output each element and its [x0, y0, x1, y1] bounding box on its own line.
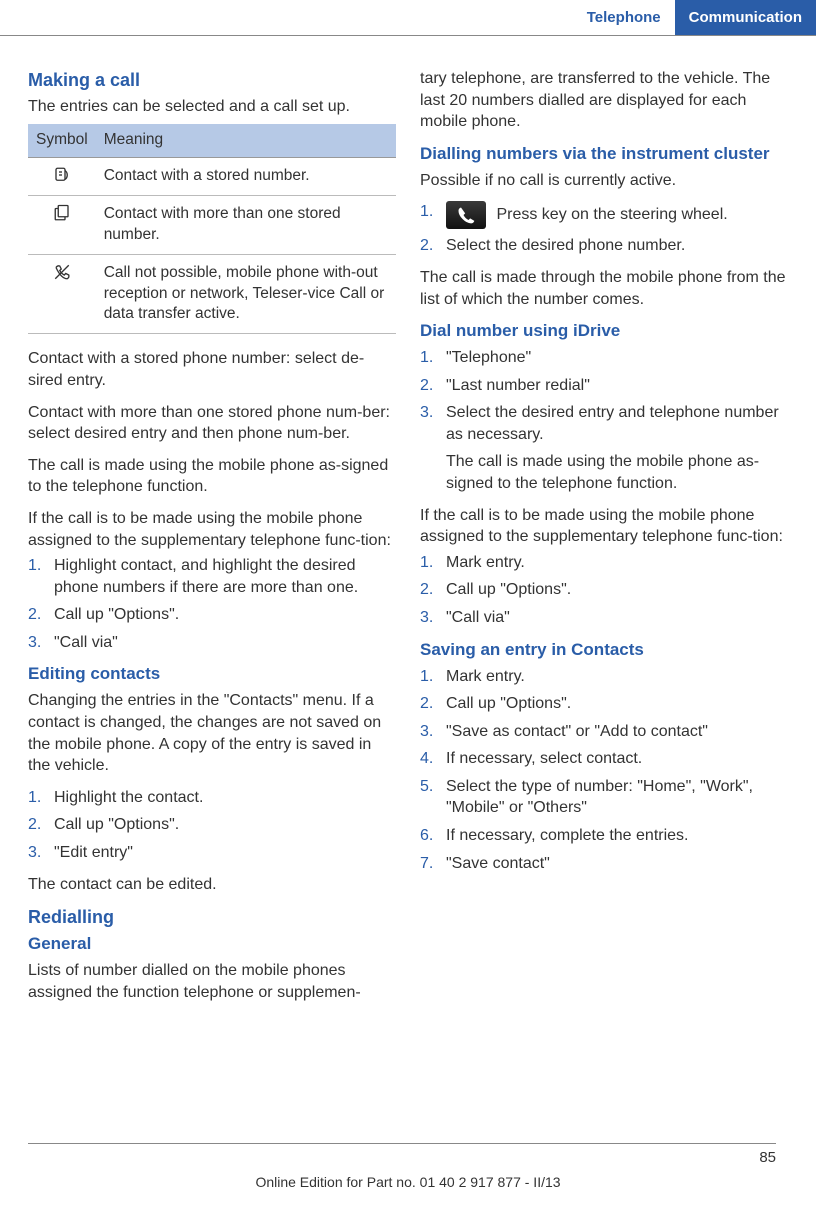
text: Lists of number dialled on the mobile ph… [28, 960, 396, 1003]
list-item: Call up "Options". [28, 814, 396, 836]
contact-single-icon [28, 157, 96, 195]
table-row: Call not possible, mobile phone with‐out… [28, 254, 396, 334]
list-cluster: Press key on the steering wheel. Select … [420, 201, 788, 257]
list-item: Select the type of number: "Home", "Work… [420, 776, 788, 819]
table-row: Contact with more than one stored number… [28, 195, 396, 254]
list-item-text: Press key on the steering wheel. [496, 207, 727, 224]
meaning-text: Contact with more than one stored number… [96, 195, 396, 254]
contact-multi-icon [28, 195, 96, 254]
list-item: If necessary, select contact. [420, 748, 788, 770]
list-item: Select the desired phone number. [420, 235, 788, 257]
right-column: tary telephone, are transferred to the v… [420, 68, 788, 1014]
page-number: 85 [28, 1143, 776, 1168]
text: tary telephone, are transferred to the v… [420, 68, 788, 133]
text: Contact with more than one stored phone … [28, 402, 396, 445]
call-not-possible-icon [28, 254, 96, 334]
symbol-meaning-table: Symbol Meaning Contact with a stored num… [28, 124, 396, 334]
tab-communication: Communication [675, 0, 816, 35]
table-row: Contact with a stored number. [28, 157, 396, 195]
list-item: "Save as contact" or "Add to contact" [420, 721, 788, 743]
phone-key-icon [446, 201, 486, 229]
text: If the call is to be made using the mobi… [420, 505, 788, 548]
text: If the call is to be made using the mobi… [28, 508, 396, 551]
list-call-via: Highlight contact, and highlight the des… [28, 555, 396, 653]
list-item-text: Select the desired entry and telephone n… [446, 404, 779, 443]
list-item: Call up "Options". [420, 579, 788, 601]
list-save: Mark entry. Call up "Options". "Save as … [420, 666, 788, 875]
heading-dial-idrive: Dial number using iDrive [420, 320, 788, 343]
list-item: Call up "Options". [28, 604, 396, 626]
header-tabs: Telephone Communication [0, 0, 816, 36]
heading-redialling: Redialling [28, 905, 396, 929]
text: Contact with a stored phone number: sele… [28, 348, 396, 391]
th-symbol: Symbol [28, 124, 96, 157]
text: The call is made through the mobile phon… [420, 267, 788, 310]
meaning-text: Call not possible, mobile phone with‐out… [96, 254, 396, 334]
list-item: "Last number redial" [420, 375, 788, 397]
list-item: Press key on the steering wheel. [420, 201, 788, 229]
tab-telephone: Telephone [573, 0, 675, 35]
list-item: "Telephone" [420, 347, 788, 369]
heading-general: General [28, 933, 396, 956]
list-item: Select the desired entry and telephone n… [420, 402, 788, 494]
list-idrive-2: Mark entry. Call up "Options". "Call via… [420, 552, 788, 629]
heading-saving-entry: Saving an entry in Contacts [420, 639, 788, 662]
list-item: "Save contact" [420, 853, 788, 875]
list-item: "Edit entry" [28, 842, 396, 864]
list-item: Mark entry. [420, 666, 788, 688]
list-idrive: "Telephone" "Last number redial" Select … [420, 347, 788, 495]
text: Changing the entries in the "Contacts" m… [28, 690, 396, 776]
list-item: Call up "Options". [420, 693, 788, 715]
heading-making-call: Making a call [28, 68, 396, 92]
list-item: If necessary, complete the entries. [420, 825, 788, 847]
text: The entries can be selected and a call s… [28, 96, 396, 118]
heading-dialling-cluster: Dialling numbers via the instrument clus… [420, 143, 788, 166]
text: The call is made using the mobile phone … [28, 455, 396, 498]
text: The contact can be edited. [28, 874, 396, 896]
list-item: Mark entry. [420, 552, 788, 574]
list-edit: Highlight the contact. Call up "Options"… [28, 787, 396, 864]
list-item: "Call via" [420, 607, 788, 629]
list-item-subtext: The call is made using the mobile phone … [446, 451, 788, 494]
footer-line: Online Edition for Part no. 01 40 2 917 … [0, 1173, 816, 1192]
page-content: Making a call The entries can be selecte… [0, 36, 816, 1014]
th-meaning: Meaning [96, 124, 396, 157]
text: Possible if no call is currently active. [420, 170, 788, 192]
meaning-text: Contact with a stored number. [96, 157, 396, 195]
list-item: Highlight contact, and highlight the des… [28, 555, 396, 598]
list-item: "Call via" [28, 632, 396, 654]
heading-editing-contacts: Editing contacts [28, 663, 396, 686]
left-column: Making a call The entries can be selecte… [28, 68, 396, 1014]
list-item: Highlight the contact. [28, 787, 396, 809]
